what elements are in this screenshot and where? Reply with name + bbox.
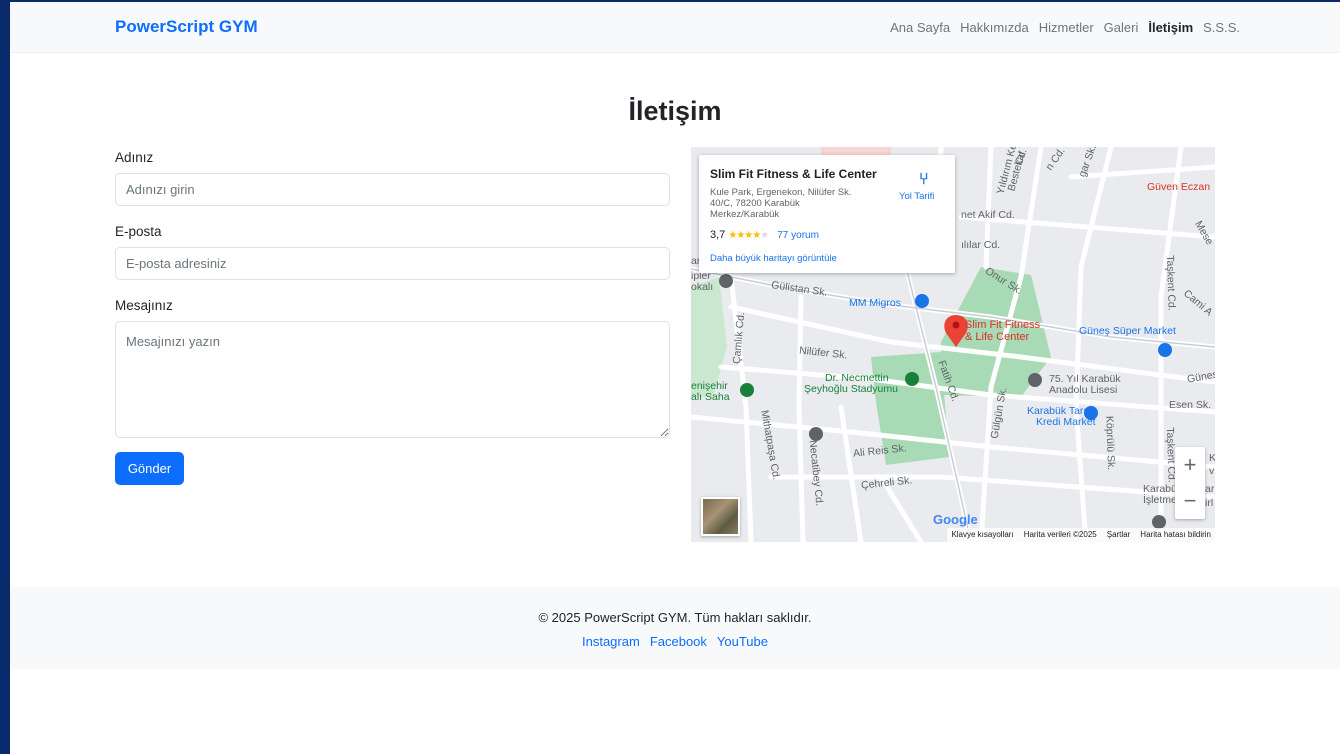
street-label: Taşkent Cd. <box>1163 255 1178 311</box>
street-label: Köprülü Sk. <box>1103 415 1118 471</box>
street-label: net Akif Cd. <box>961 209 1015 221</box>
nav-link-sss[interactable]: S.S.S. <box>1203 20 1240 35</box>
poi-label: ar <box>1205 483 1215 495</box>
navbar: PowerScript GYM Ana Sayfa Hakkımızda Hiz… <box>10 2 1340 53</box>
nav-link-hakkimizda[interactable]: Hakkımızda <box>960 20 1029 35</box>
rating-value: 3,7 <box>710 229 726 241</box>
poi-label-stadium: Şeyhoğlu Stadyumu <box>804 383 898 395</box>
nav-link-hizmetler[interactable]: Hizmetler <box>1039 20 1094 35</box>
directions-link[interactable]: Yol Tarifi <box>899 191 934 202</box>
marker-label: Slim Fit Fitness <box>965 319 1041 331</box>
poi-label: K <box>1209 452 1215 464</box>
instagram-link[interactable]: Instagram <box>582 634 640 649</box>
place-address: Kule Park, Ergenekon, Nilüfer Sk. 40/C, … <box>710 187 852 220</box>
school-icon <box>1028 373 1042 387</box>
map-attribution: Klavye kısayolları Harita verileri ©2025… <box>947 528 1215 542</box>
poi-label: irl <box>1205 497 1214 509</box>
larger-map-link[interactable]: Daha büyük haritayı görüntüle <box>710 253 837 264</box>
poi-label-park: alı Saha <box>691 391 730 403</box>
name-input[interactable] <box>115 173 670 206</box>
keyboard-shortcuts-link[interactable]: Klavye kısayolları <box>951 528 1013 542</box>
google-text: Google <box>933 512 978 527</box>
contact-form: Adınız E-posta Mesajınız Gönder <box>115 150 670 485</box>
stadium-icon <box>905 372 919 386</box>
satellite-layer-button[interactable] <box>701 497 740 536</box>
market-icon <box>1158 343 1172 357</box>
road <box>1073 147 1114 542</box>
poi-label: İşletme <box>1143 494 1177 506</box>
place-rating: 3,7 ★★★★★ 77 yorum <box>710 229 819 241</box>
poi-label: okalı <box>691 281 714 293</box>
report-error-link[interactable]: Harita hatası bildirin <box>1140 528 1211 542</box>
name-label: Adınız <box>115 150 154 165</box>
zoom-control: + − <box>1175 447 1205 519</box>
reviews-link[interactable]: 77 yorum <box>777 230 819 241</box>
nav-links: Ana Sayfa Hakkımızda Hizmetler Galeri İl… <box>890 20 1240 35</box>
youtube-link[interactable]: YouTube <box>717 634 768 649</box>
poi-label: v <box>1209 465 1215 477</box>
rating-stars: ★★★★★ <box>728 230 769 241</box>
green-area-left <box>691 277 727 397</box>
zoom-out-button[interactable]: − <box>1175 483 1205 519</box>
directions-icon[interactable]: ⑂ <box>919 171 929 189</box>
marker-label: & Life Center <box>965 331 1030 343</box>
poi-icon <box>719 274 733 288</box>
page: PowerScript GYM Ana Sayfa Hakkımızda Hiz… <box>10 2 1340 754</box>
shopping-icon <box>915 294 929 308</box>
email-input[interactable] <box>115 247 670 280</box>
map-embed[interactable]: Gülistan Sk. MM Migros Nilüfer Sk. Dr. N… <box>691 147 1215 542</box>
poi-label-market: Güneş Süper Market <box>1079 325 1176 337</box>
terms-link[interactable]: Şartlar <box>1107 528 1131 542</box>
page-title: İletişim <box>10 96 1340 127</box>
poi-label-bank: Kredi Market <box>1036 416 1096 428</box>
road <box>1068 164 1215 180</box>
stars-on: ★★★★ <box>728 230 761 241</box>
message-label: Mesajınız <box>115 298 173 313</box>
poi-label-school: Anadolu Lisesi <box>1049 384 1118 396</box>
poi-label-pharmacy: Güven Eczan <box>1147 181 1211 193</box>
poi-label-migros: MM Migros <box>849 297 901 309</box>
street-label: ılılar Cd. <box>961 239 1001 251</box>
social-links: Instagram Facebook YouTube <box>10 634 1340 649</box>
nav-link-galeri[interactable]: Galeri <box>1104 20 1139 35</box>
place-name: Slim Fit Fitness & Life Center <box>710 167 877 181</box>
place-info-card: Slim Fit Fitness & Life Center Kule Park… <box>699 155 955 273</box>
facebook-link[interactable]: Facebook <box>650 634 707 649</box>
map-data-text: Harita verileri ©2025 <box>1023 530 1097 539</box>
street-label: Esen Sk. <box>1169 399 1212 411</box>
footer: © 2025 PowerScript GYM. Tüm hakları sakl… <box>10 587 1340 669</box>
nav-link-ana-sayfa[interactable]: Ana Sayfa <box>890 20 950 35</box>
brand-link[interactable]: PowerScript GYM <box>115 17 258 37</box>
park-icon <box>740 383 754 397</box>
message-textarea[interactable] <box>115 321 670 438</box>
submit-button[interactable]: Gönder <box>115 452 184 485</box>
stars-off: ★ <box>760 230 769 241</box>
copyright-text: © 2025 PowerScript GYM. Tüm hakları sakl… <box>538 610 812 625</box>
zoom-in-button[interactable]: + <box>1175 447 1205 483</box>
nav-link-iletisim[interactable]: İletişim <box>1148 20 1193 35</box>
google-logo: Google <box>933 512 978 527</box>
page-title-text: İletişim <box>628 96 722 126</box>
email-label: E-posta <box>115 224 162 239</box>
road <box>796 294 806 542</box>
poi-icon <box>1152 515 1166 529</box>
